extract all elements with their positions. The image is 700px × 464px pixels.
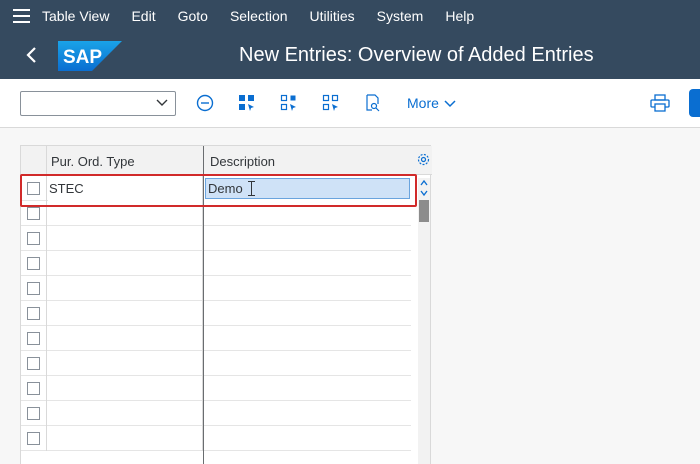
row-checkbox[interactable] bbox=[27, 407, 40, 420]
row-checkbox[interactable] bbox=[27, 307, 40, 320]
pur-ord-type-cell[interactable]: STEC bbox=[48, 176, 203, 201]
row-checkbox[interactable] bbox=[27, 257, 40, 270]
back-button[interactable] bbox=[18, 41, 46, 69]
row-checkbox[interactable] bbox=[27, 357, 40, 370]
table-row[interactable] bbox=[21, 376, 411, 401]
row-checkbox[interactable] bbox=[27, 432, 40, 445]
row-checkbox[interactable] bbox=[27, 232, 40, 245]
row-checkbox[interactable] bbox=[27, 332, 40, 345]
action-dropdown[interactable] bbox=[20, 91, 176, 116]
description-cell[interactable] bbox=[204, 276, 411, 301]
pur-ord-type-cell[interactable] bbox=[48, 426, 203, 451]
table-header: Pur. Ord. Type Description bbox=[21, 146, 432, 175]
pur-ord-type-cell[interactable] bbox=[48, 401, 203, 426]
table-row[interactable] bbox=[21, 401, 411, 426]
description-cell[interactable] bbox=[204, 201, 411, 226]
column-header-pur-ord-type[interactable]: Pur. Ord. Type bbox=[51, 154, 135, 169]
table-row[interactable]: STEC Demo bbox=[21, 176, 411, 201]
description-cell[interactable] bbox=[204, 401, 411, 426]
entries-table: Pur. Ord. Type Description STEC Demo bbox=[20, 145, 432, 464]
minus-circle-icon[interactable] bbox=[195, 93, 215, 113]
description-cell[interactable] bbox=[204, 326, 411, 351]
column-header-description[interactable]: Description bbox=[210, 154, 275, 169]
scroll-arrows-icon[interactable] bbox=[418, 178, 430, 198]
description-cell[interactable] bbox=[204, 376, 411, 401]
select-all-icon[interactable] bbox=[237, 93, 257, 113]
select-block-icon[interactable] bbox=[321, 93, 341, 113]
menu-bar: Table View Edit Goto Selection Utilities… bbox=[0, 0, 700, 31]
overflow-action-button[interactable] bbox=[689, 89, 700, 117]
menu-selection[interactable]: Selection bbox=[230, 8, 288, 24]
column-resize-divider[interactable] bbox=[203, 146, 204, 464]
pur-ord-type-cell[interactable] bbox=[48, 276, 203, 301]
pur-ord-type-cell[interactable] bbox=[48, 251, 203, 276]
title-bar: SAP New Entries: Overview of Added Entri… bbox=[0, 31, 700, 79]
row-checkbox[interactable] bbox=[27, 282, 40, 295]
chevron-down-icon bbox=[444, 100, 456, 108]
table-row[interactable] bbox=[21, 426, 411, 451]
svg-text:SAP: SAP bbox=[63, 47, 102, 68]
table-row[interactable] bbox=[21, 326, 411, 351]
print-icon[interactable] bbox=[650, 93, 670, 113]
scroll-thumb[interactable] bbox=[419, 200, 429, 222]
description-input[interactable]: Demo bbox=[205, 178, 410, 199]
description-cell[interactable] bbox=[204, 426, 411, 451]
row-checkbox[interactable] bbox=[27, 207, 40, 220]
row-checkbox[interactable] bbox=[27, 382, 40, 395]
description-cell[interactable] bbox=[204, 301, 411, 326]
table-row[interactable] bbox=[21, 201, 411, 226]
sap-logo: SAP bbox=[58, 41, 122, 71]
table-row[interactable] bbox=[21, 251, 411, 276]
menu-help[interactable]: Help bbox=[445, 8, 474, 24]
pur-ord-type-cell[interactable] bbox=[48, 376, 203, 401]
page-title: New Entries: Overview of Added Entries bbox=[239, 44, 594, 66]
menu-utilities[interactable]: Utilities bbox=[310, 8, 355, 24]
table-row[interactable] bbox=[21, 301, 411, 326]
more-label: More bbox=[407, 95, 439, 111]
select-all-column[interactable] bbox=[21, 146, 47, 175]
menu-goto[interactable]: Goto bbox=[178, 8, 208, 24]
description-cell[interactable] bbox=[204, 226, 411, 251]
menu-system[interactable]: System bbox=[377, 8, 424, 24]
description-cell[interactable] bbox=[204, 251, 411, 276]
chevron-left-icon bbox=[26, 47, 36, 63]
chevron-down-icon bbox=[156, 99, 168, 106]
table-settings-icon[interactable] bbox=[417, 153, 430, 169]
pur-ord-type-cell[interactable] bbox=[48, 351, 203, 376]
toolbar: More bbox=[0, 79, 700, 128]
more-button[interactable]: More bbox=[407, 95, 456, 111]
pur-ord-type-cell[interactable] bbox=[48, 201, 203, 226]
find-icon[interactable] bbox=[363, 93, 383, 113]
text-cursor-icon bbox=[248, 181, 255, 196]
table-row[interactable] bbox=[21, 226, 411, 251]
menu-table-view[interactable]: Table View bbox=[42, 8, 109, 24]
row-checkbox[interactable] bbox=[27, 182, 40, 195]
hamburger-menu-icon[interactable] bbox=[0, 0, 42, 31]
deselect-icon[interactable] bbox=[279, 93, 299, 113]
description-cell[interactable] bbox=[204, 351, 411, 376]
content-area: Pur. Ord. Type Description STEC Demo bbox=[0, 128, 700, 464]
pur-ord-type-cell[interactable] bbox=[48, 301, 203, 326]
menu-edit[interactable]: Edit bbox=[131, 8, 155, 24]
pur-ord-type-cell[interactable] bbox=[48, 226, 203, 251]
table-row[interactable] bbox=[21, 351, 411, 376]
pur-ord-type-cell[interactable] bbox=[48, 326, 203, 351]
vertical-scrollbar[interactable] bbox=[418, 178, 430, 464]
table-row[interactable] bbox=[21, 276, 411, 301]
